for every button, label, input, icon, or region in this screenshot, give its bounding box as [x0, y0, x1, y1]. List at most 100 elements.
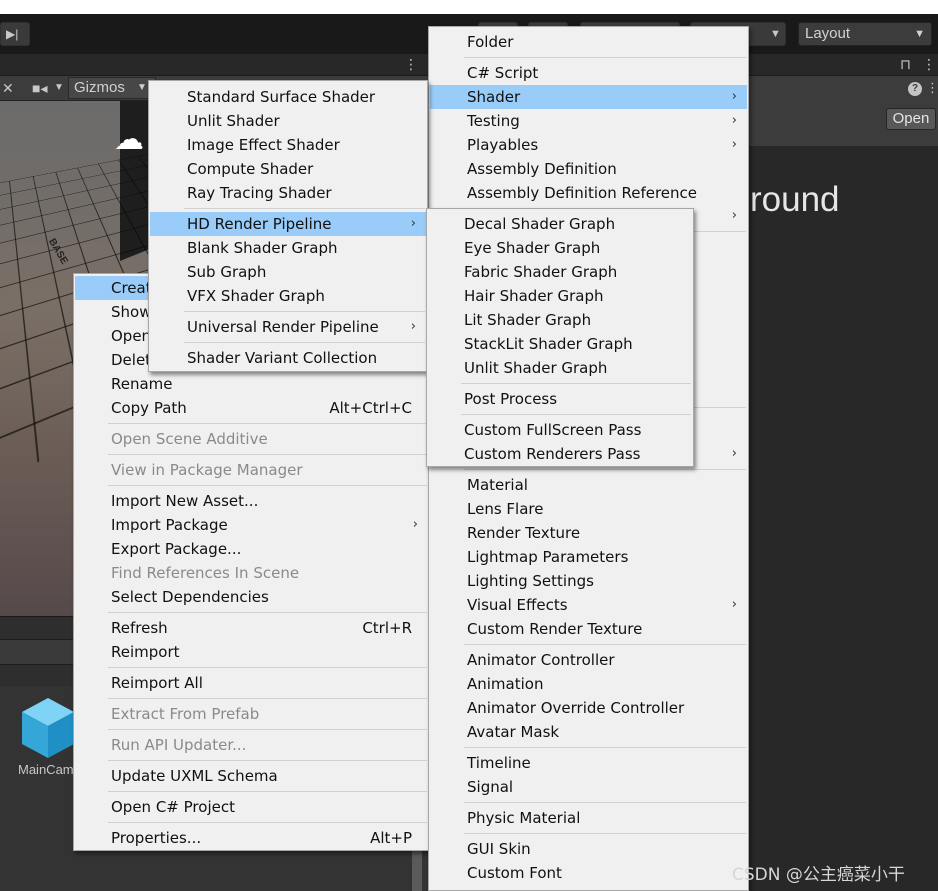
menu-separator [108, 485, 427, 486]
menu-item-gui-skin[interactable]: GUI Skin [430, 837, 747, 861]
menu-item-lighting-settings[interactable]: Lighting Settings [430, 569, 747, 593]
menu-item-ray-tracing-shader[interactable]: Ray Tracing Shader [150, 181, 426, 205]
watermark-text: CSDN @公主癌菜小干 [732, 865, 905, 885]
menu-item-image-effect-shader[interactable]: Image Effect Shader [150, 133, 426, 157]
tools-icon[interactable]: ✕ [2, 78, 14, 98]
menu-item-post-process[interactable]: Post Process [428, 387, 692, 411]
menu-separator [108, 612, 427, 613]
menu-item-visual-effects[interactable]: Visual Effects › [430, 593, 747, 617]
submenu-arrow-icon: › [731, 446, 737, 461]
menu-item-properties[interactable]: Properties... Alt+P [75, 826, 428, 850]
menu-item-reimport[interactable]: Reimport [75, 640, 428, 664]
hd-render-pipeline-submenu: Decal Shader Graph Eye Shader Graph Fabr… [426, 208, 694, 467]
menu-separator [464, 469, 746, 470]
menu-item-run-api-updater: Run API Updater... [111, 736, 247, 754]
menu-item-import-new-asset[interactable]: Import New Asset... [75, 489, 428, 513]
menu-item-animator-override-controller[interactable]: Animator Override Controller [430, 696, 747, 720]
menu-item-physic-material[interactable]: Physic Material [430, 806, 747, 830]
menu-item-timeline[interactable]: Timeline [430, 751, 747, 775]
menu-item-custom-fullscreen-pass[interactable]: Custom FullScreen Pass [428, 418, 692, 442]
kebab-menu-icon[interactable]: ⋮ [922, 54, 936, 74]
inspector-tab-bar: ⊓ ⋮ [748, 54, 938, 76]
menu-item-csharp-script[interactable]: C# Script [430, 61, 747, 85]
menu-item-stacklit-shader-graph[interactable]: StackLit Shader Graph [428, 332, 692, 356]
lock-icon[interactable]: ⊓ [900, 54, 911, 74]
menu-item-standard-surface-shader[interactable]: Standard Surface Shader [150, 85, 426, 109]
menu-item-assembly-definition-reference[interactable]: Assembly Definition Reference [430, 181, 747, 205]
menu-item-import-package[interactable]: Import Package › [75, 513, 428, 537]
menu-item-unlit-shader[interactable]: Unlit Shader [150, 109, 426, 133]
menu-item-testing[interactable]: Testing › [430, 109, 747, 133]
menu-item-sub-graph[interactable]: Sub Graph [150, 260, 426, 284]
menu-item-assembly-definition[interactable]: Assembly Definition [430, 157, 747, 181]
menu-item-signal[interactable]: Signal [430, 775, 747, 799]
kebab-menu-icon[interactable]: ⋮ [404, 54, 418, 74]
menu-separator [108, 423, 427, 424]
menu-item-playables[interactable]: Playables › [430, 133, 747, 157]
menu-separator [464, 644, 746, 645]
chevron-down-icon[interactable]: ▼ [54, 78, 64, 98]
menu-separator [184, 208, 425, 209]
menu-separator [464, 833, 746, 834]
menu-item-blank-shader-graph[interactable]: Blank Shader Graph [150, 236, 426, 260]
dropdown-arrow-icon: ▼ [914, 28, 925, 40]
menu-item-update-uxml-schema[interactable]: Update UXML Schema [75, 764, 428, 788]
help-icon[interactable]: ? [908, 82, 922, 96]
menu-item-render-texture[interactable]: Render Texture [430, 521, 747, 545]
menu-item-hd-render-pipeline[interactable]: HD Render Pipeline › [150, 212, 426, 236]
gizmos-label: Gizmos [74, 79, 125, 96]
menu-item-vfx-shader-graph[interactable]: VFX Shader Graph [150, 284, 426, 308]
menu-item-avatar-mask[interactable]: Avatar Mask [430, 720, 747, 744]
step-button[interactable]: ▶| [0, 22, 30, 46]
menu-item-refresh[interactable]: Refresh Ctrl+R [75, 616, 428, 640]
menu-item-export-package[interactable]: Export Package... [75, 537, 428, 561]
menu-separator [464, 57, 746, 58]
menu-item-rename[interactable]: Rename [75, 372, 428, 396]
scene-tab-bar: ⋮ [0, 54, 430, 76]
menu-item-custom-render-texture[interactable]: Custom Render Texture [430, 617, 747, 641]
kebab-menu-icon[interactable]: ⋮ [926, 80, 938, 96]
menu-item-custom-font[interactable]: Custom Font [430, 861, 747, 885]
menu-item-decal-shader-graph[interactable]: Decal Shader Graph [428, 212, 692, 236]
inspector-panel: ⊓ ⋮ ? ⋮ Open round [748, 54, 938, 891]
menu-item-copy-path[interactable]: Copy Path Alt+Ctrl+C [75, 396, 428, 420]
inspector-header-row: ? ⋮ Open [748, 76, 938, 146]
menu-item-animation[interactable]: Animation [430, 672, 747, 696]
menu-item-custom-renderers-pass[interactable]: Custom Renderers Pass [428, 442, 692, 466]
menu-item-universal-render-pipeline[interactable]: Universal Render Pipeline › [150, 315, 426, 339]
menu-item-shader[interactable]: Shader › [430, 85, 747, 109]
menu-item-unlit-shader-graph[interactable]: Unlit Shader Graph [428, 356, 692, 380]
shader-submenu: Standard Surface Shader Unlit Shader Ima… [148, 80, 428, 372]
submenu-arrow-icon: › [731, 208, 737, 223]
layout-dropdown[interactable]: Layout ▼ [798, 22, 932, 46]
menu-separator [108, 760, 427, 761]
asset-label: MainCam [18, 762, 74, 777]
menu-item-lit-shader-graph[interactable]: Lit Shader Graph [428, 308, 692, 332]
menu-separator [184, 311, 425, 312]
shortcut-label: Alt+Ctrl+C [329, 399, 412, 417]
prefab-cube-icon[interactable] [20, 696, 76, 760]
inspector-title-text: round [750, 180, 840, 219]
shortcut-label: Ctrl+R [362, 619, 412, 637]
open-button[interactable]: Open [886, 108, 936, 130]
menu-item-folder[interactable]: Folder [430, 30, 747, 54]
camera-icon[interactable]: ■◂ [32, 78, 47, 98]
submenu-arrow-icon: › [412, 517, 418, 532]
menu-item-fabric-shader-graph[interactable]: Fabric Shader Graph [428, 260, 692, 284]
menu-item-compute-shader[interactable]: Compute Shader [150, 157, 426, 181]
menu-item-shader-variant-collection[interactable]: Shader Variant Collection [150, 346, 426, 370]
shortcut-label: Alt+P [370, 829, 412, 847]
menu-separator [108, 729, 427, 730]
menu-item-lightmap-parameters[interactable]: Lightmap Parameters [430, 545, 747, 569]
menu-item-select-dependencies[interactable]: Select Dependencies [75, 585, 428, 609]
menu-item-animator-controller[interactable]: Animator Controller [430, 648, 747, 672]
submenu-arrow-icon: › [410, 319, 416, 334]
menu-item-reimport-all[interactable]: Reimport All [75, 671, 428, 695]
menu-item-eye-shader-graph[interactable]: Eye Shader Graph [428, 236, 692, 260]
menu-item-open-csharp-project[interactable]: Open C# Project [75, 795, 428, 819]
menu-item-material[interactable]: Material [430, 473, 747, 497]
menu-separator [108, 791, 427, 792]
menu-item-hair-shader-graph[interactable]: Hair Shader Graph [428, 284, 692, 308]
gizmos-button[interactable]: Gizmos ▼ [68, 77, 156, 99]
menu-item-lens-flare[interactable]: Lens Flare [430, 497, 747, 521]
